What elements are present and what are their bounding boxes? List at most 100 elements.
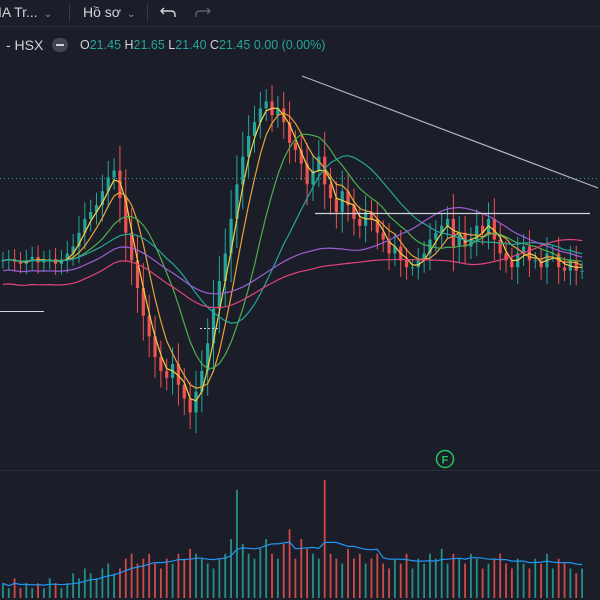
candle bbox=[422, 241, 426, 273]
candle bbox=[317, 140, 321, 188]
candle bbox=[89, 199, 93, 232]
candle bbox=[65, 241, 69, 273]
candle bbox=[153, 315, 157, 378]
candle bbox=[71, 234, 75, 266]
candle-body bbox=[159, 357, 163, 371]
moving-averages bbox=[2, 107, 583, 402]
volume-bar bbox=[31, 588, 34, 598]
symbol-name[interactable]: - HSX bbox=[6, 37, 43, 53]
volume-bar bbox=[183, 558, 186, 598]
volume-bar bbox=[159, 568, 162, 598]
candle bbox=[533, 252, 537, 269]
volume-bar bbox=[341, 563, 344, 598]
volume-bar bbox=[405, 553, 408, 598]
volume-bar bbox=[376, 553, 379, 598]
price-chart[interactable]: F bbox=[0, 0, 600, 600]
candle bbox=[457, 216, 461, 264]
volume-bar bbox=[323, 480, 326, 598]
volume-bar bbox=[329, 553, 332, 598]
candle-body bbox=[165, 370, 169, 378]
volume-bar bbox=[516, 558, 519, 598]
close-label: C bbox=[210, 38, 220, 52]
ma-long-line bbox=[2, 206, 583, 295]
candle bbox=[258, 91, 262, 139]
volume-bar bbox=[60, 588, 63, 598]
candle bbox=[217, 256, 221, 334]
candle bbox=[440, 213, 444, 246]
volume-bar bbox=[101, 568, 104, 598]
ma-slow-line bbox=[2, 133, 583, 370]
volume-bar bbox=[78, 578, 80, 598]
volume-bar bbox=[499, 553, 502, 598]
candle bbox=[194, 370, 198, 434]
volume-bar bbox=[423, 563, 426, 598]
redo-icon bbox=[195, 7, 211, 17]
candle-body bbox=[580, 270, 584, 272]
volume-bar bbox=[265, 539, 268, 598]
volume-bar bbox=[72, 573, 75, 598]
candle bbox=[165, 358, 169, 391]
volume-bar bbox=[575, 573, 578, 598]
chevron-down-icon: ⌄ bbox=[43, 9, 53, 20]
candle bbox=[48, 249, 52, 270]
volume-bar bbox=[581, 568, 583, 598]
candle-body bbox=[188, 398, 192, 413]
volume-bar bbox=[142, 558, 145, 598]
volume-bar bbox=[37, 583, 39, 598]
volume-bar bbox=[241, 543, 244, 598]
candle bbox=[83, 202, 87, 250]
change-value: 0.00 (0.00%) bbox=[253, 38, 326, 52]
top-toolbar: IA Tr... ⌄ Hồ sơ ⌄ bbox=[0, 0, 600, 27]
undo-button[interactable] bbox=[160, 4, 178, 23]
candle bbox=[393, 234, 397, 266]
candle bbox=[241, 131, 245, 210]
volume-bar bbox=[470, 553, 472, 598]
candle bbox=[147, 294, 151, 358]
candle-body bbox=[317, 156, 321, 171]
volume-bar bbox=[247, 553, 250, 598]
candle-body bbox=[404, 260, 409, 268]
volume-bar bbox=[434, 558, 437, 598]
volume-bar bbox=[259, 548, 262, 598]
candle bbox=[124, 169, 128, 262]
volume-bar bbox=[557, 558, 560, 598]
volume-bar bbox=[464, 563, 466, 598]
volume-bar bbox=[271, 553, 273, 598]
candle-body bbox=[445, 218, 450, 226]
volume-bar bbox=[446, 563, 449, 598]
volume-bar bbox=[370, 558, 373, 598]
volume-bar bbox=[551, 568, 554, 598]
candle bbox=[106, 160, 110, 208]
volume-bar bbox=[475, 558, 478, 598]
volume-bar bbox=[510, 568, 513, 598]
volume-bar bbox=[493, 558, 496, 598]
candle bbox=[252, 105, 257, 153]
volume-bar bbox=[358, 553, 361, 598]
redo-button[interactable] bbox=[193, 4, 211, 23]
volume-bar bbox=[42, 588, 45, 598]
candle-body bbox=[334, 198, 338, 212]
candle bbox=[247, 115, 251, 178]
volume-bar bbox=[335, 558, 338, 598]
candle bbox=[510, 247, 514, 280]
collapse-legend-button[interactable] bbox=[52, 38, 68, 52]
volume-bar bbox=[13, 578, 16, 598]
volume-bar bbox=[19, 588, 22, 598]
volume-bar bbox=[276, 558, 279, 598]
ohlc-values: O21.45 H21.65 L21.40 C21.45 0.00 (0.00%) bbox=[80, 38, 325, 52]
volume-bar bbox=[113, 573, 115, 598]
profile-dropdown[interactable]: Hồ sơ ⌄ bbox=[83, 4, 135, 20]
candle bbox=[498, 223, 502, 271]
volume-bar bbox=[165, 558, 168, 598]
event-marker-f[interactable]: F bbox=[435, 449, 455, 469]
volume-bar bbox=[288, 529, 291, 598]
candle bbox=[404, 247, 409, 280]
volume-bar bbox=[253, 558, 256, 598]
indicator-dropdown[interactable]: IA Tr... ⌄ bbox=[0, 4, 52, 20]
divider bbox=[69, 4, 70, 22]
high-label: H bbox=[124, 38, 134, 52]
volume-bar bbox=[540, 563, 543, 598]
candle-body bbox=[293, 142, 298, 150]
candle-body bbox=[562, 267, 567, 271]
volume-bar bbox=[124, 558, 127, 598]
